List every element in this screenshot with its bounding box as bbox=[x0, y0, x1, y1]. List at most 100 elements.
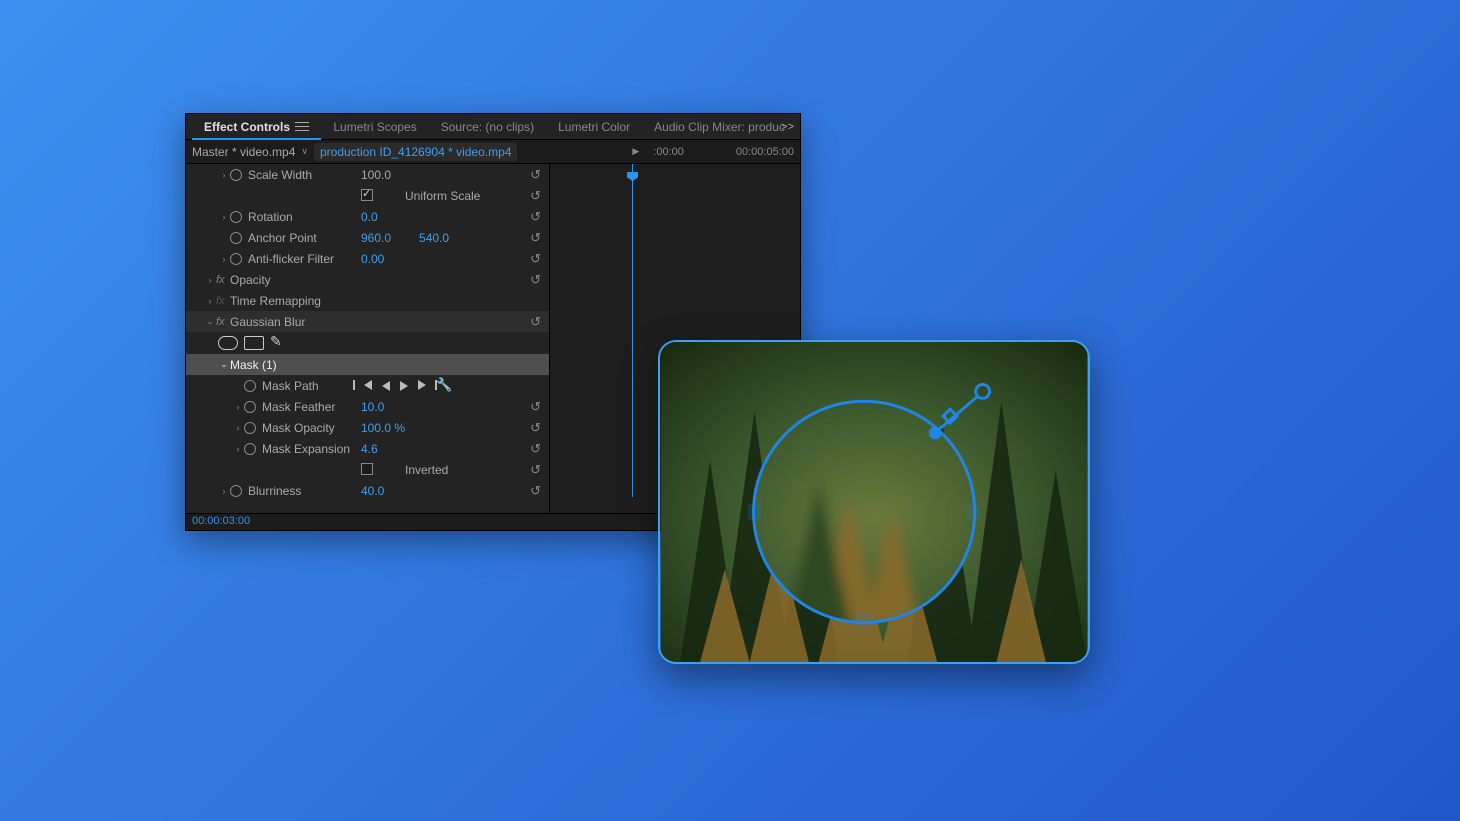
row-uniform-scale: Uniform Scale ↺ bbox=[186, 185, 549, 206]
prop-value[interactable]: 0.00 bbox=[361, 252, 384, 266]
prop-label: Opacity bbox=[230, 273, 271, 287]
ruler-tc-5: 00:00:05:00 bbox=[736, 146, 794, 158]
prop-label: Anti-flicker Filter bbox=[248, 252, 334, 266]
next-frame-button[interactable] bbox=[418, 380, 426, 390]
row-mask-expansion: › Mask Expansion 4.6 ↺ bbox=[186, 438, 549, 459]
inverted-checkbox[interactable] bbox=[361, 463, 373, 475]
fx-icon[interactable]: fx bbox=[216, 295, 230, 307]
row-anti-flicker: › Anti-flicker Filter 0.00 ↺ bbox=[186, 248, 549, 269]
ruler-tc-0: :00:00 bbox=[653, 146, 684, 158]
reset-icon[interactable]: ↺ bbox=[530, 483, 541, 499]
prop-value[interactable]: 100.0 % bbox=[361, 421, 405, 435]
reset-icon[interactable]: ↺ bbox=[530, 230, 541, 246]
prop-value[interactable]: 0.0 bbox=[361, 210, 378, 224]
fx-icon[interactable]: fx bbox=[216, 274, 230, 286]
row-anchor-point: Anchor Point 960.0 540.0 ↺ bbox=[186, 227, 549, 248]
tab-source[interactable]: Source: (no clips) bbox=[429, 114, 546, 140]
row-rotation: › Rotation 0.0 ↺ bbox=[186, 206, 549, 227]
reset-icon[interactable]: ↺ bbox=[530, 420, 541, 436]
timeline-start-arrow-icon[interactable]: ▶ bbox=[632, 146, 647, 157]
tab-lumetri-scopes[interactable]: Lumetri Scopes bbox=[321, 114, 428, 140]
reset-icon[interactable]: ↺ bbox=[530, 251, 541, 267]
preview-image bbox=[660, 342, 1088, 662]
twist-icon[interactable]: › bbox=[218, 170, 230, 180]
fx-icon[interactable]: fx bbox=[216, 316, 230, 328]
prop-value[interactable]: 10.0 bbox=[361, 400, 384, 414]
pen-mask-button[interactable] bbox=[270, 336, 284, 350]
row-mask-opacity: › Mask Opacity 100.0 % ↺ bbox=[186, 417, 549, 438]
tracking-options-icon[interactable]: 🔧 bbox=[436, 377, 452, 393]
prop-value[interactable]: 4.6 bbox=[361, 442, 378, 456]
tab-audio-mixer[interactable]: Audio Clip Mixer: produc bbox=[642, 114, 797, 140]
track-backward-button[interactable] bbox=[364, 380, 372, 390]
stopwatch-icon[interactable] bbox=[230, 231, 244, 245]
tab-overflow-icon[interactable]: >> bbox=[781, 121, 794, 133]
row-time-remapping: › fx Time Remapping bbox=[186, 290, 549, 311]
mask-shape-row bbox=[186, 332, 549, 354]
prop-value[interactable]: 100.0 bbox=[361, 168, 391, 182]
prop-label: Blurriness bbox=[248, 484, 301, 498]
stopwatch-icon[interactable] bbox=[244, 421, 258, 435]
prev-frame-button[interactable] bbox=[382, 381, 390, 391]
reset-icon[interactable]: ↺ bbox=[530, 167, 541, 183]
prop-label: Mask Path bbox=[262, 379, 319, 393]
row-mask-feather: › Mask Feather 10.0 ↺ bbox=[186, 396, 549, 417]
row-gaussian-blur[interactable]: ⌄ fx Gaussian Blur ↺ bbox=[186, 311, 549, 332]
prop-label: Anchor Point bbox=[248, 231, 317, 245]
twist-icon[interactable]: ⌄ bbox=[218, 359, 230, 370]
prop-label: Gaussian Blur bbox=[230, 315, 305, 329]
twist-icon[interactable]: › bbox=[218, 486, 230, 496]
prop-label: Scale Width bbox=[248, 168, 312, 182]
reset-icon[interactable]: ↺ bbox=[530, 462, 541, 478]
chevron-down-icon[interactable]: ∨ bbox=[301, 146, 308, 157]
prop-value[interactable]: 40.0 bbox=[361, 484, 384, 498]
prop-label: Time Remapping bbox=[230, 294, 321, 308]
stopwatch-icon[interactable] bbox=[230, 484, 244, 498]
reset-icon[interactable]: ↺ bbox=[530, 188, 541, 204]
reset-icon[interactable]: ↺ bbox=[530, 272, 541, 288]
breadcrumb-clip[interactable]: production ID_4126904 * video.mp4 bbox=[314, 143, 517, 161]
uniform-scale-checkbox[interactable] bbox=[361, 189, 373, 201]
twist-icon[interactable]: › bbox=[204, 275, 216, 285]
row-inverted: Inverted ↺ bbox=[186, 459, 549, 480]
twist-icon[interactable]: › bbox=[218, 212, 230, 222]
stopwatch-icon[interactable] bbox=[244, 442, 258, 456]
prop-label: Mask Opacity bbox=[262, 421, 335, 435]
twist-icon[interactable]: › bbox=[232, 444, 244, 454]
reset-icon[interactable]: ↺ bbox=[530, 209, 541, 225]
breadcrumb-master[interactable]: Master * video.mp4 bbox=[192, 145, 295, 159]
twist-icon[interactable]: › bbox=[218, 254, 230, 264]
tab-effect-controls[interactable]: Effect Controls bbox=[192, 114, 321, 140]
program-monitor-preview bbox=[658, 340, 1090, 664]
stopwatch-icon[interactable] bbox=[244, 400, 258, 414]
row-mask-1[interactable]: ⌄ Mask (1) bbox=[186, 354, 549, 375]
tab-lumetri-color[interactable]: Lumetri Color bbox=[546, 114, 642, 140]
stopwatch-icon[interactable] bbox=[230, 168, 244, 182]
prop-label: Mask (1) bbox=[230, 358, 277, 372]
twist-icon[interactable]: › bbox=[232, 423, 244, 433]
reset-icon[interactable]: ↺ bbox=[530, 314, 541, 330]
row-opacity: › fx Opacity ↺ bbox=[186, 269, 549, 290]
reset-icon[interactable]: ↺ bbox=[530, 399, 541, 415]
anchor-y[interactable]: 540.0 bbox=[419, 231, 449, 245]
prop-label: Rotation bbox=[248, 210, 293, 224]
twist-icon[interactable]: › bbox=[232, 402, 244, 412]
twist-icon[interactable]: › bbox=[204, 296, 216, 306]
prop-label: Mask Feather bbox=[262, 400, 335, 414]
reset-icon[interactable]: ↺ bbox=[530, 441, 541, 457]
row-scale-width: › Scale Width 100.0 ↺ bbox=[186, 164, 549, 185]
ellipse-mask-button[interactable] bbox=[218, 336, 238, 350]
stopwatch-icon[interactable] bbox=[230, 210, 244, 224]
stopwatch-icon[interactable] bbox=[230, 252, 244, 266]
clip-breadcrumb: Master * video.mp4 ∨ production ID_41269… bbox=[186, 140, 800, 164]
row-blurriness: › Blurriness 40.0 ↺ bbox=[186, 480, 549, 501]
stopwatch-icon[interactable] bbox=[244, 379, 258, 393]
panel-menu-icon[interactable] bbox=[295, 122, 309, 132]
tab-label: Effect Controls bbox=[204, 120, 290, 134]
playhead[interactable] bbox=[632, 164, 633, 497]
anchor-x[interactable]: 960.0 bbox=[361, 231, 391, 245]
track-forward-button[interactable] bbox=[400, 381, 408, 391]
rect-mask-button[interactable] bbox=[244, 336, 264, 350]
twist-icon[interactable]: ⌄ bbox=[204, 316, 216, 327]
prop-label: Inverted bbox=[405, 463, 448, 477]
